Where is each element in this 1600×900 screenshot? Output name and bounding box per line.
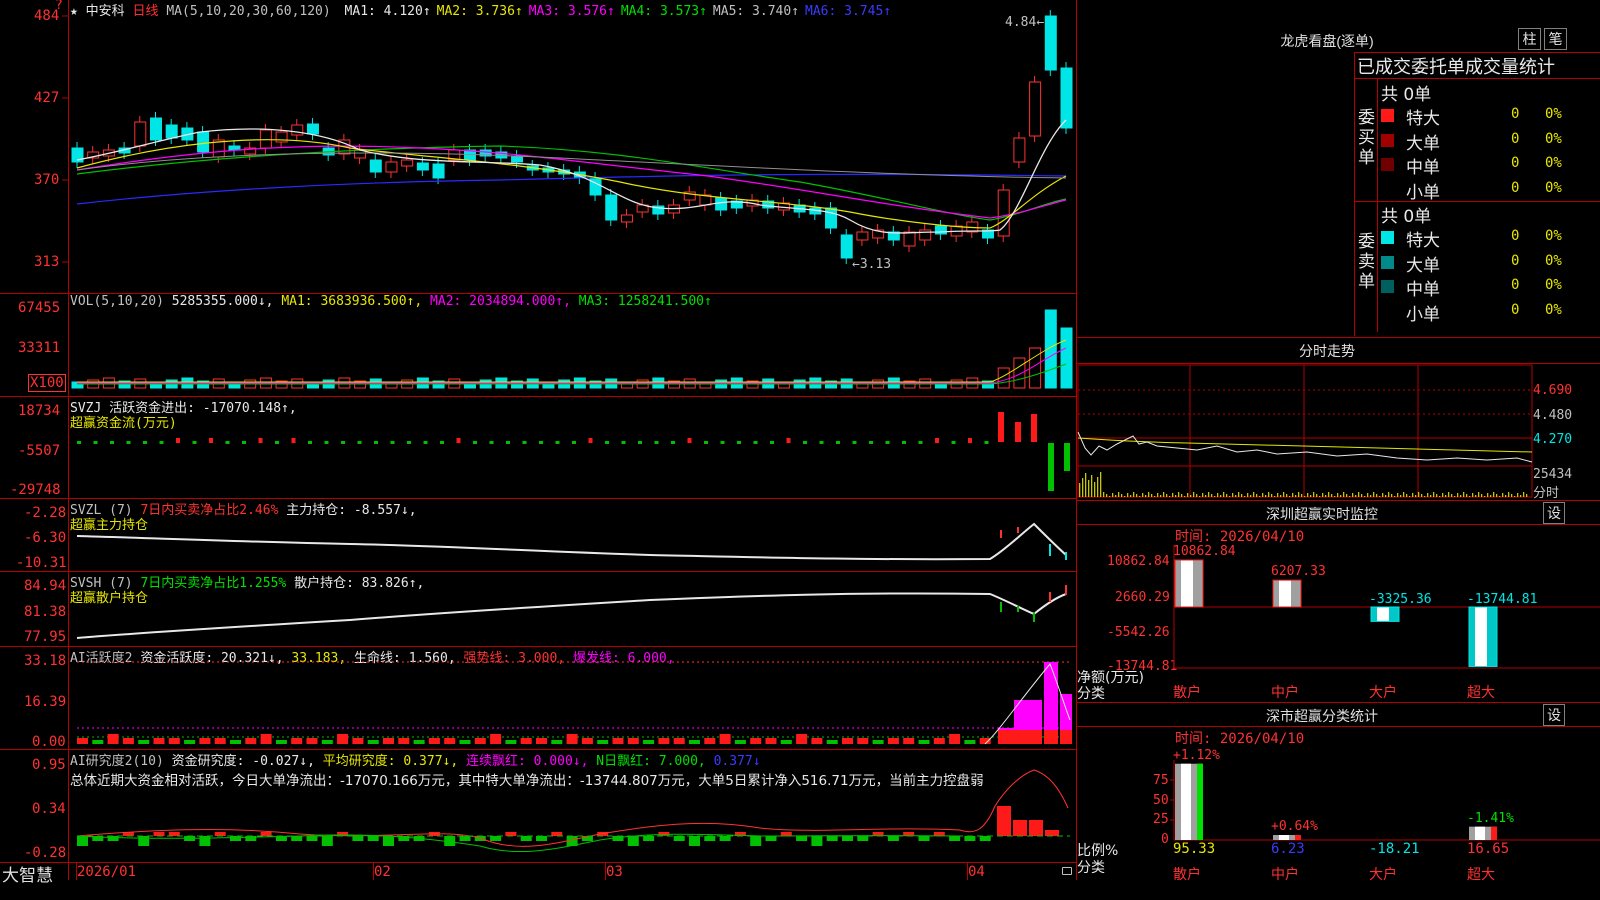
research-bar [260,832,272,836]
class-category: 散户 [1173,867,1201,883]
research-bar [627,836,639,846]
research-bar [780,832,792,836]
research-bar [979,836,991,841]
research-bar [949,836,961,841]
x-tick [76,862,77,880]
research-bar [214,832,226,836]
class-change-label: +1.12% [1173,747,1220,763]
x-tick [605,862,606,880]
class-bar-highlight [1475,826,1485,840]
class-bars [1175,763,1497,840]
research-bar [168,832,180,836]
research-bar [321,836,333,846]
class-category: 超大 [1467,867,1495,883]
research-bar [689,836,700,846]
research-bar [107,836,119,841]
research-bar [138,836,150,846]
x-tick [967,862,968,880]
research-bar [842,836,853,841]
research-bars [77,806,1059,846]
research-bar [352,836,364,841]
class-change-label: +0.64% [1271,819,1318,835]
research-bar [796,836,808,841]
research-bar [490,836,502,841]
x-axis-label-mar: 03 [606,864,623,880]
research-bar [750,836,762,846]
research-bar-recent [1013,820,1027,836]
research-bar [459,836,471,841]
research-bar [367,836,379,841]
research-bar [765,836,777,841]
research-bar [77,836,88,846]
research-bar [520,836,532,841]
research-bar-recent [997,806,1011,836]
class-bar-edge [1491,826,1497,840]
class-category: 中户 [1271,867,1299,883]
x-axis-label-jan: 2026/01 [77,864,137,880]
class-value: -18.21 [1369,841,1420,857]
x-axis-label-apr: 04 [968,864,985,880]
research-chart[interactable] [0,0,1076,900]
research-bar-recent [1045,830,1059,836]
research-bar [964,836,976,841]
research-bar [306,836,318,841]
research-bar-recent [1029,820,1043,836]
research-bar [826,836,838,841]
class-value: 6.23 [1271,841,1305,857]
class-value: 95.33 [1173,841,1216,857]
research-bar [643,836,655,841]
class-bar-highlight [1181,763,1191,840]
research-bar [153,832,165,836]
brand-logo: 大智慧 [2,866,53,886]
research-bar [887,836,899,841]
class-category: 大户 [1369,867,1397,883]
class-bar-highlight [1279,835,1289,840]
research-bar [673,836,685,841]
class-change-label: -1.41% [1467,810,1514,826]
research-bar [811,836,823,846]
x-tick [373,862,374,880]
research-bar [857,836,869,841]
research-bar [230,836,241,841]
research-bar [918,836,930,841]
x-axis-label-feb: 02 [374,864,391,880]
research-bar [505,832,517,836]
research-bar [383,836,394,846]
lock-icon[interactable] [1062,867,1072,875]
class-value: 16.65 [1467,841,1510,857]
research-bar [719,836,731,841]
right-panel: 龙虎看盘(逐单) 柱 笔 已成交委托单成交量统计 委买单 共 0单 特大 0 0% 大… [1077,0,1600,900]
class-chart[interactable] [1077,0,1600,900]
research-bar [291,836,303,841]
research-bar [551,832,563,836]
class-bar-edge [1197,763,1203,840]
research-bar [536,836,547,841]
class-bar-edge [1295,835,1301,840]
research-bar [704,836,716,841]
